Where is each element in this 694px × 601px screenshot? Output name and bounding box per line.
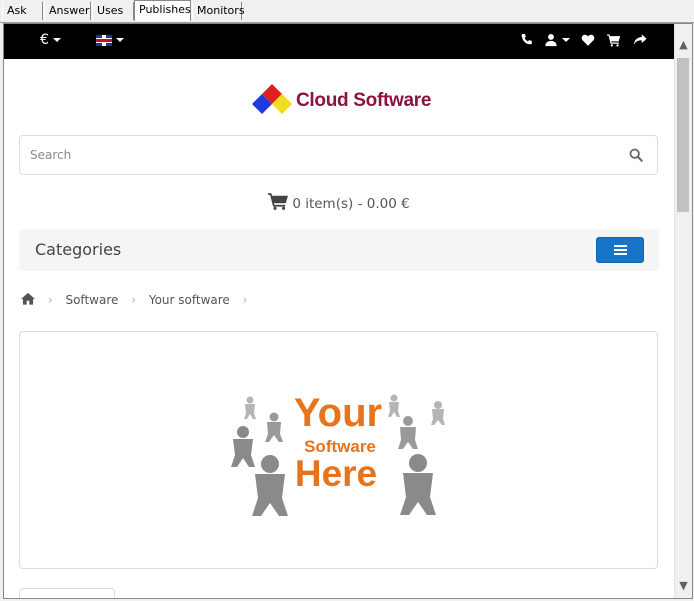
product-image[interactable]: Your Software Here	[220, 378, 460, 518]
cart-link[interactable]	[607, 24, 621, 59]
search-input[interactable]	[30, 136, 610, 174]
wishlist-link[interactable]	[581, 24, 595, 59]
thumbnail-box[interactable]	[19, 588, 115, 598]
chevron-right-icon: ›	[131, 293, 137, 307]
categories-toggle-button[interactable]	[596, 237, 644, 263]
home-icon	[21, 292, 35, 305]
window-tab-bar: Ask Answer Uses Publishes Monitors	[0, 0, 694, 23]
cart-summary-text: 0 item(s) - 0.00 €	[292, 196, 410, 212]
tab-answer[interactable]: Answer	[44, 2, 91, 20]
checkout-link[interactable]	[633, 24, 647, 59]
categories-menu: Categories	[19, 229, 659, 271]
chevron-down-icon	[562, 38, 570, 42]
phone-link[interactable]	[520, 24, 534, 59]
chevron-right-icon: ›	[242, 293, 248, 307]
tab-monitors[interactable]: Monitors	[192, 2, 245, 20]
search-button[interactable]	[617, 136, 657, 174]
logo-text: Cloud Software	[296, 90, 432, 111]
breadcrumb-item[interactable]: Software	[65, 293, 118, 307]
tab-uses[interactable]: Uses	[92, 2, 134, 20]
chevron-down-icon	[52, 38, 61, 42]
vertical-scrollbar[interactable]: ▲ ▼	[674, 24, 692, 598]
language-dropdown[interactable]	[96, 24, 124, 59]
search-icon	[629, 148, 643, 162]
store-logo[interactable]: Cloud Software	[250, 82, 440, 122]
scroll-up-icon[interactable]: ▲	[675, 36, 692, 53]
account-dropdown[interactable]	[544, 24, 570, 59]
home-link[interactable]	[21, 292, 35, 308]
breadcrumb: › Software › Your software ›	[21, 292, 256, 312]
breadcrumb-item[interactable]: Your software	[149, 293, 230, 307]
shopping-cart-icon	[268, 193, 289, 210]
cart-summary-button[interactable]: 0 item(s) - 0.00 €	[4, 192, 674, 212]
phone-icon	[521, 34, 532, 45]
scroll-down-icon[interactable]: ▼	[675, 577, 692, 594]
tab-ask[interactable]: Ask	[2, 2, 43, 20]
search-bar	[19, 135, 658, 175]
currency-symbol: €	[40, 32, 49, 48]
user-icon	[545, 34, 557, 47]
currency-dropdown[interactable]: €	[40, 24, 61, 59]
chevron-down-icon	[116, 38, 124, 42]
browser-frame: € Cloud Software Search 0 item(s) - 0.00…	[3, 23, 693, 599]
tab-publishes[interactable]: Publishes	[134, 0, 191, 21]
heart-icon	[581, 34, 595, 46]
uk-flag-icon	[96, 34, 112, 46]
top-bar: €	[4, 24, 674, 59]
share-icon	[633, 34, 647, 45]
scroll-thumb[interactable]	[677, 58, 689, 212]
shopping-cart-icon	[607, 34, 621, 47]
product-image-container: Your Software Here	[19, 331, 658, 569]
chevron-right-icon: ›	[47, 293, 53, 307]
product-image-text-line1: Your	[294, 391, 382, 435]
categories-label: Categories	[35, 240, 122, 259]
product-image-text-line3: Here	[295, 453, 377, 494]
logo-diamond-icon	[252, 84, 292, 114]
